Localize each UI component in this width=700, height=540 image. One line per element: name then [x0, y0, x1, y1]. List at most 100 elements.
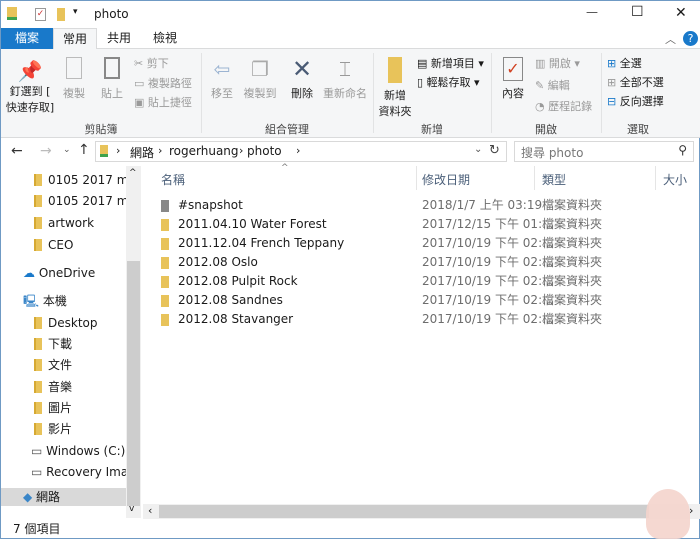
nav-item[interactable]: CEO — [1, 235, 126, 255]
ribbon: 📌 釘選到 [ 快速存取] 複製 貼上 ✂ 剪下 ▭ 複製路徑 ▣ 貼上捷徑 剪… — [1, 49, 700, 138]
close-button[interactable]: ✕ — [675, 5, 687, 21]
nav-item[interactable]: 🖳 本機 — [1, 291, 126, 311]
nav-item[interactable]: Desktop — [1, 313, 126, 333]
nav-item[interactable]: 下載 — [1, 334, 126, 354]
breadcrumb-network[interactable]: 網路 — [130, 144, 154, 161]
search-input[interactable]: 搜尋 photo ⚲ — [514, 141, 694, 162]
pin-icon: 📌 — [17, 59, 43, 83]
customize-toolbar-icon[interactable]: ▾ — [73, 7, 78, 17]
paste-button[interactable]: 貼上 — [97, 57, 127, 101]
rename-icon: ⌶ — [339, 57, 351, 81]
tab-home[interactable]: 常用 — [53, 28, 97, 50]
nav-item[interactable]: 文件 — [1, 355, 126, 375]
file-date: 2017/10/19 下午 02:... — [422, 236, 554, 250]
copy-to-button[interactable]: ❐ 複製到 — [241, 57, 279, 101]
easy-access-button[interactable]: ▯ 輕鬆存取 ▾ — [417, 74, 480, 90]
address-dropdown-icon[interactable]: ⌄ — [474, 144, 482, 155]
folder-icon — [161, 238, 169, 250]
nav-item[interactable]: artwork — [1, 213, 126, 233]
column-divider[interactable] — [416, 166, 417, 190]
minimize-button[interactable]: — — [586, 5, 598, 19]
nav-item[interactable]: 圖片 — [1, 398, 126, 418]
folder-icon — [7, 7, 17, 20]
pin-quick-access-button[interactable]: 📌 釘選到 [ 快速存取] — [5, 59, 55, 115]
properties-quick-icon[interactable]: ✓ — [35, 8, 46, 21]
tab-view[interactable]: 檢視 — [143, 28, 187, 49]
breadcrumb-rogerhuang[interactable]: rogerhuang — [169, 144, 239, 158]
drive-icon: ▭ — [31, 465, 47, 479]
select-all-button[interactable]: ⊞ 全選 — [607, 55, 642, 71]
select-all-icon: ⊞ — [607, 57, 620, 70]
horizontal-scrollbar-thumb[interactable] — [159, 505, 649, 518]
back-button[interactable]: ← — [11, 143, 23, 159]
nav-item[interactable]: 音樂 — [1, 377, 126, 397]
nav-item[interactable]: ◆ 網路 — [1, 488, 126, 506]
select-none-button[interactable]: ⊞ 全部不選 — [607, 74, 664, 90]
column-header-size[interactable]: 大小 — [663, 171, 687, 188]
file-row[interactable]: 2011.12.04 French Teppany 2017/10/19 下午 … — [156, 234, 696, 253]
column-header-name[interactable]: 名稱 — [161, 171, 185, 188]
refresh-icon[interactable]: ↻ — [489, 143, 500, 158]
scroll-left-icon[interactable]: ‹ — [148, 504, 152, 517]
tab-file[interactable]: 檔案 — [1, 28, 53, 49]
help-icon[interactable]: ? — [683, 31, 698, 46]
copy-button[interactable]: 複製 — [59, 57, 89, 101]
edit-button[interactable]: ✎ 編輯 — [535, 77, 570, 93]
scroll-down-icon[interactable]: v — [129, 504, 134, 514]
breadcrumb-photo[interactable]: photo — [247, 144, 282, 158]
file-row[interactable]: 2012.08 Pulpit Rock 2017/10/19 下午 02:...… — [156, 272, 696, 291]
column-divider[interactable] — [534, 166, 535, 190]
file-type: 檔案資料夾 — [542, 198, 603, 212]
tab-share[interactable]: 共用 — [99, 28, 139, 49]
cut-button[interactable]: ✂ 剪下 — [134, 55, 169, 71]
column-header-type[interactable]: 類型 — [542, 171, 566, 188]
folder-icon — [161, 257, 169, 269]
invert-selection-button[interactable]: ⊟ 反向選擇 — [607, 93, 664, 109]
breadcrumb-separator: › — [239, 144, 244, 157]
recent-locations-button[interactable]: ⌄ — [63, 145, 71, 155]
collapse-ribbon-icon[interactable]: ︿ — [665, 31, 676, 47]
nav-item[interactable]: ☁ OneDrive — [1, 263, 126, 283]
new-folder-button[interactable]: 新增 資料夾 — [377, 57, 413, 119]
move-to-button[interactable]: ⇦ 移至 — [206, 57, 238, 101]
rename-button[interactable]: ⌶ 重新命名 — [321, 57, 369, 101]
nav-item[interactable]: 影片 — [1, 419, 126, 439]
new-item-button[interactable]: ▤ 新增項目 ▾ — [417, 55, 484, 71]
nav-item-label: 0105 2017 milestone — [48, 194, 126, 208]
new-folder-quick-icon[interactable] — [57, 8, 65, 21]
scroll-up-icon[interactable]: ^ — [129, 168, 137, 178]
file-date: 2017/10/19 下午 02:... — [422, 255, 554, 269]
file-name: 2012.08 Pulpit Rock — [178, 274, 298, 288]
horizontal-scrollbar[interactable]: ‹ › — [143, 504, 700, 519]
file-row[interactable]: 2011.04.10 Water Forest 2017/12/15 下午 01… — [156, 215, 696, 234]
nav-item[interactable]: ▭ Recovery Image — [1, 462, 126, 482]
nav-scrollbar[interactable]: ^ v — [126, 166, 141, 518]
file-name: 2012.08 Stavanger — [178, 312, 294, 326]
scrollbar-thumb[interactable] — [127, 261, 140, 506]
paste-shortcut-button[interactable]: ▣ 貼上捷徑 — [134, 94, 192, 110]
nav-item[interactable]: 0105 2017 milestone — [1, 191, 126, 211]
open-group-label: 開啟 — [535, 123, 557, 136]
address-bar[interactable]: › 網路 › rogerhuang › photo › ⌄ ↻ — [95, 141, 507, 162]
forward-button[interactable]: → — [40, 143, 52, 159]
nav-item[interactable]: ▭ Windows (C:) — [1, 441, 126, 461]
file-row[interactable]: 2012.08 Stavanger 2017/10/19 下午 02:... 檔… — [156, 310, 696, 329]
file-row[interactable]: #snapshot 2018/1/7 上午 03:19 檔案資料夾 — [156, 196, 696, 215]
up-button[interactable]: ↑ — [78, 142, 90, 158]
copy-path-button[interactable]: ▭ 複製路徑 — [134, 75, 192, 91]
invert-selection-icon: ⊟ — [607, 95, 620, 108]
column-divider[interactable] — [655, 166, 656, 190]
column-header-date[interactable]: 修改日期 — [422, 171, 470, 188]
nav-item-label: 音樂 — [48, 380, 73, 394]
ribbon-tabs: 檔案 常用 共用 檢視 ︿ ? — [1, 28, 700, 50]
delete-button[interactable]: ✕ 刪除 — [285, 55, 319, 101]
history-button[interactable]: ◔ 歷程記錄 — [535, 98, 592, 114]
nav-item[interactable]: 0105 2017 milestone — [1, 170, 126, 190]
cloud-icon: ☁ — [23, 266, 39, 280]
folder-icon — [161, 276, 169, 288]
open-button[interactable]: ▥ 開啟 ▾ — [535, 55, 580, 71]
properties-button[interactable]: ✓ 內容 — [497, 57, 529, 101]
file-row[interactable]: 2012.08 Sandnes 2017/10/19 下午 02:... 檔案資… — [156, 291, 696, 310]
maximize-button[interactable]: ☐ — [631, 4, 644, 20]
file-row[interactable]: 2012.08 Oslo 2017/10/19 下午 02:... 檔案資料夾 — [156, 253, 696, 272]
